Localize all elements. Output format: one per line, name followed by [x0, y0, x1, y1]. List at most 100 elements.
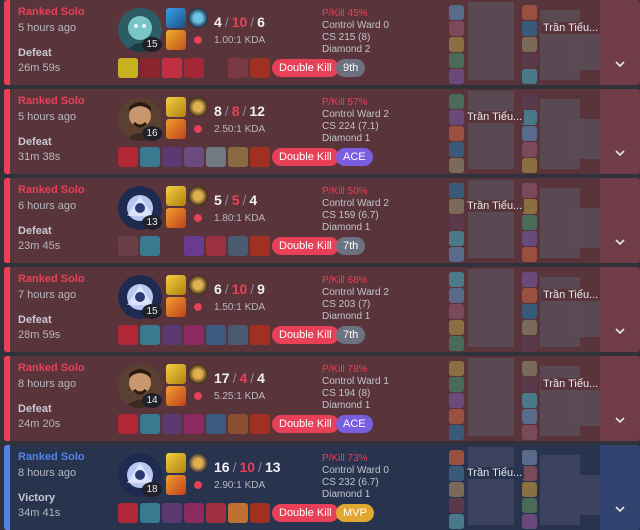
- participant-champion-icon[interactable]: [449, 142, 464, 157]
- participant-champion-icon[interactable]: [449, 21, 464, 36]
- participant-champion-icon[interactable]: [449, 272, 464, 287]
- item-icon[interactable]: [206, 147, 226, 167]
- item-icon[interactable]: [184, 325, 204, 345]
- participant-champion-icon[interactable]: [449, 288, 464, 303]
- item-icon[interactable]: [118, 147, 138, 167]
- match-card[interactable]: Ranked Solo 7 hours ago Defeat 28m 59s 1…: [4, 267, 640, 352]
- summoner-spell-icon[interactable]: [166, 453, 186, 473]
- match-card[interactable]: Ranked Solo 8 hours ago Victory 34m 41s …: [4, 445, 640, 530]
- participant-champion-icon[interactable]: [449, 377, 464, 392]
- rune-icon[interactable]: [188, 275, 208, 295]
- participant-champion-icon[interactable]: [449, 361, 464, 376]
- item-icon[interactable]: [162, 503, 182, 523]
- summoner-spell-icon[interactable]: [166, 8, 186, 28]
- item-icon[interactable]: [140, 236, 160, 256]
- rune-icon[interactable]: [188, 97, 208, 117]
- participant-champion-icon[interactable]: [522, 215, 537, 230]
- participant-champion-icon[interactable]: [449, 450, 464, 465]
- summoner-spell-icon[interactable]: [166, 364, 186, 384]
- item-icon[interactable]: [250, 236, 270, 256]
- item-icon[interactable]: [228, 58, 248, 78]
- participant-champion-icon[interactable]: [522, 126, 537, 141]
- participant-champion-icon[interactable]: [449, 231, 464, 246]
- item-icon[interactable]: [250, 58, 270, 78]
- participant-champion-icon[interactable]: [522, 5, 537, 20]
- participant-champion-icon[interactable]: [522, 425, 537, 440]
- item-icon[interactable]: [140, 503, 160, 523]
- rune-icon[interactable]: [188, 208, 208, 228]
- participant-champion-icon[interactable]: [449, 183, 464, 198]
- summoner-spell-icon[interactable]: [166, 119, 186, 139]
- participant-champion-icon[interactable]: [522, 183, 537, 198]
- rune-icon[interactable]: [188, 364, 208, 384]
- rune-icon[interactable]: [188, 386, 208, 406]
- player-name[interactable]: Trần Tiểu...: [465, 111, 525, 123]
- participant-champion-icon[interactable]: [522, 21, 537, 36]
- item-icon[interactable]: [184, 414, 204, 434]
- expand-button[interactable]: [600, 267, 640, 352]
- item-icon[interactable]: [140, 147, 160, 167]
- participant-champion-icon[interactable]: [522, 142, 537, 157]
- participant-champion-icon[interactable]: [449, 94, 464, 109]
- item-icon[interactable]: [228, 147, 248, 167]
- player-name[interactable]: Trần Tiểu...: [465, 467, 525, 479]
- summoner-spell-icon[interactable]: [166, 208, 186, 228]
- item-icon[interactable]: [206, 325, 226, 345]
- participant-champion-icon[interactable]: [449, 53, 464, 68]
- participant-champion-icon[interactable]: [449, 37, 464, 52]
- rune-icon[interactable]: [188, 297, 208, 317]
- participant-champion-icon[interactable]: [522, 361, 537, 376]
- participant-champion-icon[interactable]: [522, 53, 537, 68]
- item-icon[interactable]: [250, 147, 270, 167]
- item-icon[interactable]: [118, 58, 138, 78]
- summoner-spell-icon[interactable]: [166, 386, 186, 406]
- summoner-spell-icon[interactable]: [166, 30, 186, 50]
- player-name[interactable]: Trần Tiểu...: [465, 200, 525, 212]
- item-icon[interactable]: [228, 325, 248, 345]
- match-card[interactable]: Ranked Solo 6 hours ago Defeat 23m 45s 1…: [4, 178, 640, 263]
- item-icon[interactable]: [206, 236, 226, 256]
- participant-champion-icon[interactable]: [522, 514, 537, 529]
- item-icon[interactable]: [140, 414, 160, 434]
- participant-champion-icon[interactable]: [449, 126, 464, 141]
- participant-champion-icon[interactable]: [522, 466, 537, 481]
- item-icon[interactable]: [118, 414, 138, 434]
- rune-icon[interactable]: [188, 119, 208, 139]
- participant-champion-icon[interactable]: [522, 247, 537, 262]
- participant-champion-icon[interactable]: [522, 231, 537, 246]
- item-icon[interactable]: [250, 325, 270, 345]
- player-name[interactable]: Trần Tiểu...: [541, 22, 601, 34]
- participant-champion-icon[interactable]: [449, 158, 464, 173]
- item-icon[interactable]: [140, 325, 160, 345]
- item-icon[interactable]: [206, 414, 226, 434]
- item-icon[interactable]: [162, 414, 182, 434]
- summoner-spell-icon[interactable]: [166, 186, 186, 206]
- participant-champion-icon[interactable]: [449, 69, 464, 84]
- participant-champion-icon[interactable]: [449, 393, 464, 408]
- participant-champion-icon[interactable]: [449, 482, 464, 497]
- participant-champion-icon[interactable]: [449, 304, 464, 319]
- participant-champion-icon[interactable]: [522, 409, 537, 424]
- participant-champion-icon[interactable]: [449, 498, 464, 513]
- rune-icon[interactable]: [188, 30, 208, 50]
- participant-champion-icon[interactable]: [522, 482, 537, 497]
- participant-champion-icon[interactable]: [522, 450, 537, 465]
- item-icon[interactable]: [228, 236, 248, 256]
- item-icon[interactable]: [162, 325, 182, 345]
- summoner-spell-icon[interactable]: [166, 475, 186, 495]
- participant-champion-icon[interactable]: [522, 288, 537, 303]
- summoner-spell-icon[interactable]: [166, 297, 186, 317]
- participant-champion-icon[interactable]: [449, 466, 464, 481]
- participant-champion-icon[interactable]: [449, 320, 464, 335]
- item-icon[interactable]: [184, 503, 204, 523]
- participant-champion-icon[interactable]: [449, 110, 464, 125]
- participant-champion-icon[interactable]: [449, 409, 464, 424]
- item-icon[interactable]: [184, 58, 204, 78]
- expand-button[interactable]: [600, 445, 640, 530]
- item-icon[interactable]: [250, 503, 270, 523]
- item-icon[interactable]: [118, 503, 138, 523]
- item-icon[interactable]: [228, 503, 248, 523]
- item-icon[interactable]: [228, 414, 248, 434]
- participant-champion-icon[interactable]: [449, 514, 464, 529]
- participant-champion-icon[interactable]: [522, 320, 537, 335]
